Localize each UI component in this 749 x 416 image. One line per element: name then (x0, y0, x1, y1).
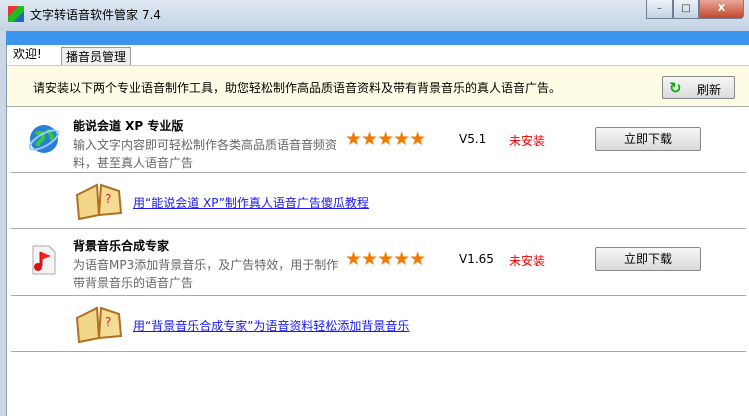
tutorial-link[interactable]: 用“能说会道 XP”制作真人语音广告傻瓜教程 (133, 194, 369, 211)
install-status: 未安装 (509, 254, 546, 268)
refresh-label: 刷新 (697, 83, 722, 97)
globe-icon (28, 125, 60, 153)
tab-welcome[interactable]: 欢迎! (9, 45, 46, 65)
title-bar: 文字转语音软件管家 7.4 – □ X (0, 0, 749, 31)
refresh-icon: ↻ (669, 79, 682, 97)
help-book-icon: ? (75, 306, 123, 344)
svg-text:?: ? (105, 315, 111, 329)
notice-bar: 请安装以下两个专业语音制作工具，助您轻松制作高品质语音资料及带有背景音乐的真人语… (7, 65, 749, 107)
svg-text:?: ? (105, 192, 111, 206)
product-version: V5.1 (459, 132, 487, 146)
product-row: 背景音乐合成专家 为语音MP3添加背景音乐，及广告特效，用于制作带背景音乐的语音… (11, 230, 746, 296)
main-panel: 欢迎! 播音员管理 请安装以下两个专业语音制作工具，助您轻松制作高品质语音资料及… (6, 45, 749, 416)
download-button[interactable]: 立即下载 (595, 127, 701, 151)
tutorial-row: ? 用“能说会道 XP”制作真人语音广告傻瓜教程 (11, 173, 746, 229)
product-description: 为语音MP3添加背景音乐，及广告特效，用于制作带背景音乐的语音广告 (73, 258, 339, 290)
product-description: 输入文字内容即可轻松制作各类高品质语音音频资料，甚至真人语音广告 (73, 138, 338, 170)
help-book-icon: ? (75, 183, 123, 221)
window-title: 文字转语音软件管家 7.4 (30, 8, 161, 22)
maximize-button[interactable]: □ (673, 0, 699, 19)
download-button[interactable]: 立即下载 (595, 247, 701, 271)
app-icon (8, 6, 24, 22)
rating-stars: ★★★★★ (345, 128, 426, 150)
rating-stars: ★★★★★ (345, 248, 426, 270)
minimize-button[interactable]: – (646, 0, 673, 19)
tab-announcer-management[interactable]: 播音员管理 (61, 47, 132, 65)
refresh-button[interactable]: ↻ 刷新 (662, 76, 735, 99)
notice-text: 请安装以下两个专业语音制作工具，助您轻松制作高品质语音资料及带有背景音乐的真人语… (33, 81, 562, 95)
product-name: 能说会道 XP 专业版 (73, 119, 184, 133)
install-status: 未安装 (509, 134, 546, 148)
tutorial-link[interactable]: 用“背景音乐合成专家”为语音资料轻松添加背景音乐 (133, 317, 409, 334)
music-file-icon (32, 245, 56, 275)
product-name: 背景音乐合成专家 (73, 239, 170, 253)
close-button[interactable]: X (699, 0, 744, 19)
header-strip (6, 31, 749, 45)
tutorial-row: ? 用“背景音乐合成专家”为语音资料轻松添加背景音乐 (11, 296, 746, 352)
product-version: V1.65 (459, 252, 494, 266)
product-row: 能说会道 XP 专业版 输入文字内容即可轻松制作各类高品质语音音频资料，甚至真人… (11, 110, 746, 173)
